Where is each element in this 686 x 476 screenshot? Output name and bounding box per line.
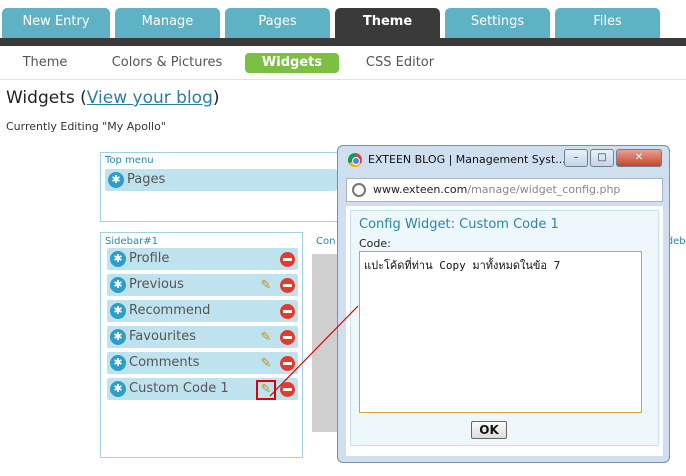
widget-previous[interactable]: ✱ Previous ✎ [107, 274, 298, 296]
ok-button[interactable]: OK [471, 421, 507, 439]
widget-icon: ✱ [110, 277, 126, 293]
address-bar[interactable]: www.exteen.com/manage/widget_config.php [346, 178, 663, 202]
sidebar1-label: Sidebar#1 [105, 236, 158, 247]
pencil-icon[interactable]: ✎ [258, 356, 274, 372]
window-title: EXTEEN BLOG | Management Syst... [368, 153, 566, 166]
paren-open: ( [80, 88, 87, 108]
widget-label: Comments [129, 355, 200, 370]
tab-label: New Entry [22, 14, 90, 29]
widget-icon: ✱ [110, 355, 126, 371]
subnav-theme[interactable]: Theme [14, 53, 76, 73]
widget-custom-code-1[interactable]: ✱ Custom Code 1 ✎ [107, 378, 298, 400]
config-title: Config Widget: Custom Code 1 [359, 217, 559, 232]
widget-icon: ✱ [110, 329, 126, 345]
remove-icon[interactable] [280, 252, 295, 267]
subnav-widgets[interactable]: Widgets [245, 53, 339, 73]
widget-pages[interactable]: ✱ Pages [105, 169, 337, 191]
sidebar1-area: Sidebar#1 ✱ Profile ✱ Previous ✎ ✱ Recom… [100, 232, 303, 458]
tab-manage[interactable]: Manage [115, 8, 220, 38]
tab-pages[interactable]: Pages [225, 8, 330, 38]
code-textarea[interactable]: แปะโค้ดที่ท่าน Copy มาทั้งหมดในข้อ 7 [359, 251, 642, 413]
top-menu-label: Top menu [105, 155, 154, 166]
remove-icon[interactable] [280, 330, 295, 345]
subnav-colors-pictures[interactable]: Colors & Pictures [106, 53, 228, 73]
widget-label: Previous [129, 277, 184, 292]
content-area-label: Con [316, 236, 336, 247]
pencil-icon[interactable]: ✎ [256, 380, 276, 400]
close-button[interactable]: ✕ [616, 149, 662, 167]
page-title-text: Widgets [6, 88, 75, 108]
widget-icon: ✱ [110, 251, 126, 267]
currently-editing: Currently Editing "My Apollo" [6, 120, 166, 133]
tab-strip [0, 38, 686, 46]
close-icon: ✕ [634, 152, 644, 163]
maximize-button[interactable]: □ [590, 149, 614, 167]
tab-files[interactable]: Files [555, 8, 660, 38]
subnav-label: CSS Editor [365, 55, 435, 70]
widget-comments[interactable]: ✱ Comments ✎ [107, 352, 298, 374]
pencil-icon[interactable]: ✎ [258, 330, 274, 346]
widget-label: Recommend [129, 303, 211, 318]
remove-icon[interactable] [280, 356, 295, 371]
widget-profile[interactable]: ✱ Profile [107, 248, 298, 270]
tab-new-entry[interactable]: New Entry [2, 8, 110, 38]
remove-icon[interactable] [280, 278, 295, 293]
subnav-label: Colors & Pictures [111, 55, 223, 70]
tab-label: Theme [362, 14, 413, 29]
subnav-label: Theme [22, 55, 68, 70]
widget-icon: ✱ [108, 172, 124, 188]
subnav-label: Widgets [261, 55, 323, 70]
tab-label: Settings [470, 14, 525, 29]
minimize-button[interactable]: – [564, 149, 588, 167]
widget-label: Favourites [129, 329, 196, 344]
widget-favourites[interactable]: ✱ Favourites ✎ [107, 326, 298, 348]
config-box: Config Widget: Custom Code 1 Code: แปะโค… [350, 210, 659, 446]
tab-label: Manage [141, 14, 194, 29]
widget-recommend[interactable]: ✱ Recommend [107, 300, 298, 322]
maximize-icon: □ [597, 152, 607, 163]
url-path: /manage/widget_config.php [467, 183, 621, 196]
remove-icon[interactable] [280, 382, 295, 397]
widget-label: Custom Code 1 [129, 381, 229, 396]
globe-icon [352, 183, 366, 197]
url-text: www.exteen.com/manage/widget_config.php [373, 183, 620, 196]
subnav-css-editor[interactable]: CSS Editor [360, 53, 440, 73]
widget-label: Pages [127, 172, 166, 187]
remove-icon[interactable] [280, 304, 295, 319]
url-host: www.exteen.com [373, 183, 468, 196]
tab-settings[interactable]: Settings [445, 8, 550, 38]
page-title: Widgets (View your blog) [6, 88, 220, 108]
tab-label: Pages [258, 14, 297, 29]
tab-label: Files [593, 14, 622, 29]
widget-icon: ✱ [110, 303, 126, 319]
widget-config-window: EXTEEN BLOG | Management Syst... – □ ✕ w… [337, 145, 670, 463]
widget-label: Profile [129, 251, 170, 266]
widget-icon: ✱ [110, 381, 126, 397]
code-label: Code: [359, 237, 391, 250]
top-menu-area: Top menu ✱ Pages [100, 152, 340, 222]
sub-nav: Theme Colors & Pictures Widgets CSS Edit… [0, 46, 686, 80]
window-content: Config Widget: Custom Code 1 Code: แปะโค… [346, 206, 663, 456]
top-nav: New Entry Manage Pages Theme Settings Fi… [0, 0, 686, 46]
chrome-icon [348, 153, 362, 167]
view-blog-link[interactable]: View your blog [87, 88, 213, 108]
paren-close: ) [212, 88, 220, 108]
minimize-icon: – [573, 152, 579, 163]
pencil-icon[interactable]: ✎ [258, 278, 274, 294]
tab-theme[interactable]: Theme [335, 8, 440, 38]
